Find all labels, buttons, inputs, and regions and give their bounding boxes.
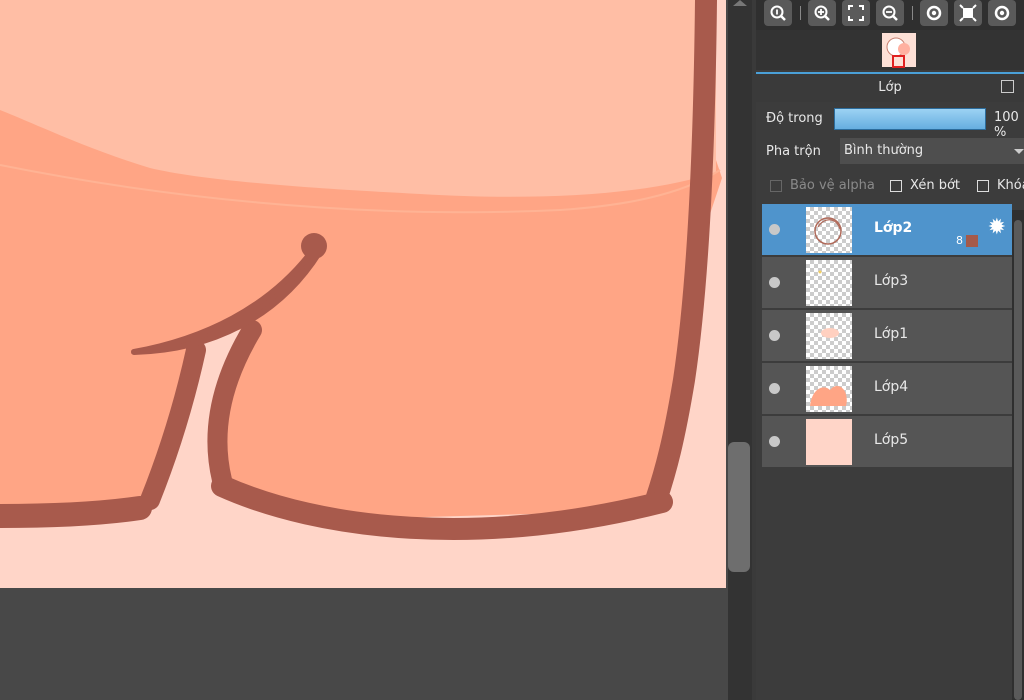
opacity-slider[interactable] bbox=[834, 108, 986, 130]
navigator-thumbnail[interactable] bbox=[882, 33, 916, 68]
zoom-out-button[interactable] bbox=[876, 0, 904, 26]
layer-thumbnail bbox=[806, 207, 852, 253]
layer-panel-title: Lớp bbox=[878, 80, 902, 95]
layer-row[interactable]: Lớp5 bbox=[762, 416, 1012, 469]
visibility-eye-icon[interactable] bbox=[769, 436, 780, 447]
opacity-value: 100 % bbox=[994, 110, 1019, 140]
visibility-eye-icon[interactable] bbox=[769, 330, 780, 341]
view-toolbar bbox=[756, 0, 1024, 30]
scrollbar-thumb[interactable] bbox=[728, 442, 750, 572]
layer-row[interactable]: Lớp4 bbox=[762, 363, 1012, 416]
lock-label: Khóa bbox=[997, 178, 1024, 193]
layer-row[interactable]: Lớp2 8 ✹ bbox=[762, 204, 1012, 257]
layer-name: Lớp1 bbox=[874, 326, 909, 342]
zoom-in-icon bbox=[814, 5, 830, 21]
fit-screen-button[interactable] bbox=[842, 0, 870, 26]
toolbar-separator bbox=[912, 6, 913, 20]
rotate-left-icon bbox=[926, 5, 942, 21]
zoom-in-button[interactable] bbox=[808, 0, 836, 26]
layer-color-swatch bbox=[966, 235, 978, 247]
layer-badge: 8 bbox=[956, 234, 963, 247]
gear-icon[interactable]: ✹ bbox=[988, 217, 1006, 239]
layers-scrollbar-thumb[interactable] bbox=[1014, 220, 1022, 700]
layer-name: Lớp5 bbox=[874, 432, 909, 448]
clip-label: Xén bớt bbox=[910, 178, 960, 193]
zoom-actual-icon bbox=[770, 5, 786, 21]
popout-icon[interactable] bbox=[1001, 80, 1014, 93]
layer-thumbnail bbox=[806, 419, 852, 465]
layer-thumbnail-art bbox=[814, 217, 842, 245]
lock-checkbox[interactable] bbox=[977, 180, 989, 192]
rotate-left-button[interactable] bbox=[920, 0, 948, 26]
opacity-label: Độ trong bbox=[766, 111, 823, 126]
rotate-right-icon bbox=[994, 5, 1010, 21]
rotate-right-button[interactable] bbox=[988, 0, 1016, 26]
chevron-down-icon bbox=[1014, 149, 1024, 154]
layer-thumbnail-art bbox=[818, 270, 822, 274]
blend-label: Pha trộn bbox=[766, 144, 821, 159]
layer-thumbnail-art bbox=[810, 385, 847, 406]
fit-screen-icon bbox=[848, 5, 864, 21]
blend-mode-select[interactable]: Bình thường bbox=[840, 138, 1024, 164]
layer-thumbnail-art bbox=[821, 328, 839, 338]
outline-bottom-left-stroke bbox=[0, 496, 152, 528]
layer-thumbnail bbox=[806, 366, 852, 412]
fit-window-icon bbox=[959, 4, 977, 22]
outline-curve-tip bbox=[301, 233, 327, 259]
fit-window-button[interactable] bbox=[954, 0, 982, 26]
layer-thumbnail bbox=[806, 313, 852, 359]
layer-row[interactable]: Lớp3 bbox=[762, 257, 1012, 310]
layer-name: Lớp4 bbox=[874, 379, 909, 395]
zoom-out-icon bbox=[882, 5, 898, 21]
visibility-eye-icon[interactable] bbox=[769, 224, 780, 235]
visibility-eye-icon[interactable] bbox=[769, 383, 780, 394]
right-panel: Lớp Độ trong 100 % Pha trộn Bình thường … bbox=[756, 0, 1024, 700]
drawing-canvas[interactable] bbox=[0, 0, 728, 700]
canvas-vertical-scrollbar[interactable] bbox=[728, 0, 752, 700]
protect-alpha-checkbox[interactable] bbox=[770, 180, 782, 192]
layer-name: Lớp3 bbox=[874, 273, 909, 289]
layer-name: Lớp2 bbox=[874, 220, 913, 236]
layer-row[interactable]: Lớp1 bbox=[762, 310, 1012, 363]
visibility-eye-icon[interactable] bbox=[769, 277, 780, 288]
layers-scrollbar[interactable] bbox=[1012, 210, 1024, 700]
layers-list: Lớp2 8 ✹ Lớp3 Lớp1 Lớp4 Lớp5 bbox=[762, 204, 1012, 700]
layer-thumbnail bbox=[806, 260, 852, 306]
clip-checkbox[interactable] bbox=[890, 180, 902, 192]
layer-panel-header: Lớp bbox=[756, 72, 1024, 102]
blend-mode-value: Bình thường bbox=[844, 143, 924, 158]
scroll-up-arrow-icon[interactable] bbox=[733, 0, 747, 6]
zoom-actual-button[interactable] bbox=[764, 0, 792, 26]
canvas-artwork[interactable] bbox=[0, 0, 728, 700]
toolbar-separator bbox=[800, 6, 801, 20]
protect-alpha-label: Bảo vệ alpha bbox=[790, 178, 875, 193]
navigator-panel bbox=[756, 30, 1024, 70]
navigator-view-frame[interactable] bbox=[892, 55, 905, 68]
